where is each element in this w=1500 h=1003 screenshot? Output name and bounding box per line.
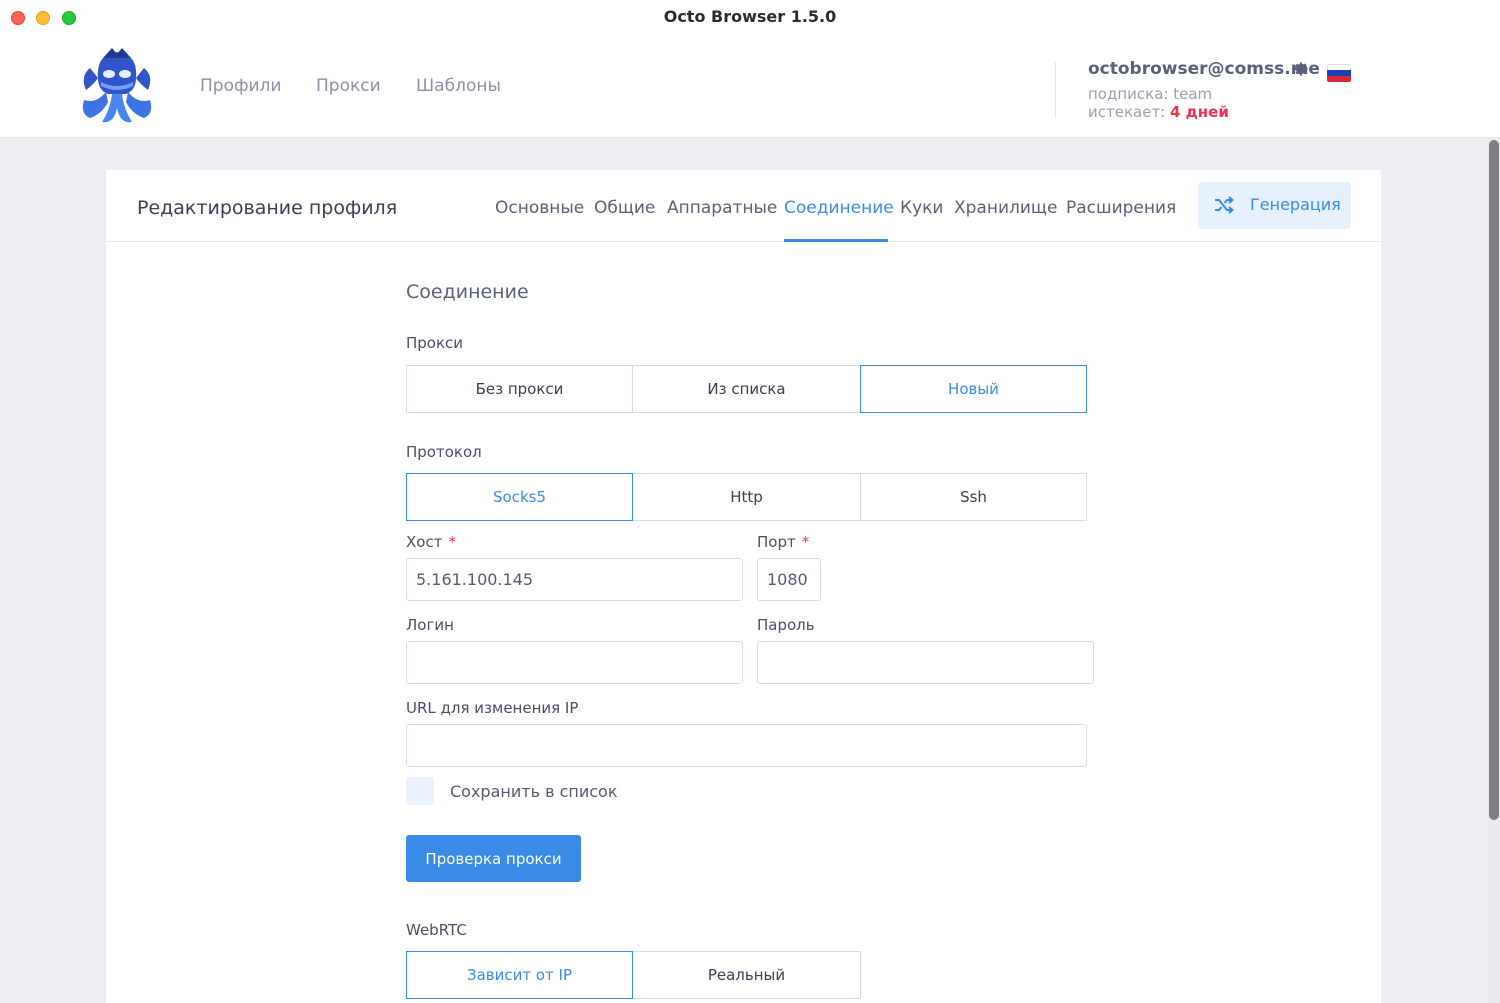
- tab-storage[interactable]: Хранилище: [954, 198, 1057, 218]
- nav-proxies[interactable]: Прокси: [316, 76, 381, 96]
- tab-basic[interactable]: Основные: [495, 198, 584, 218]
- account-email: octobrowser@comss.me: [1088, 59, 1320, 79]
- password-input[interactable]: [757, 641, 1094, 684]
- tab-hardware[interactable]: Аппаратные: [667, 198, 777, 218]
- protocol-label: Протокол: [406, 443, 482, 461]
- check-proxy-button[interactable]: Проверка прокси: [406, 835, 581, 882]
- host-label: Хост *: [406, 533, 456, 551]
- tab-connection[interactable]: Соединение: [784, 198, 894, 218]
- webrtc-label: WebRTC: [406, 921, 467, 939]
- generate-button[interactable]: Генерация: [1198, 182, 1351, 229]
- gear-icon[interactable]: [1293, 61, 1309, 77]
- shuffle-icon: [1215, 196, 1234, 214]
- section-title: Соединение: [406, 281, 529, 303]
- save-to-list-checkbox[interactable]: [406, 777, 434, 805]
- change-ip-url-input[interactable]: [406, 724, 1087, 767]
- page-scrollbar[interactable]: [1488, 138, 1500, 1003]
- proxy-option-none[interactable]: Без прокси: [406, 365, 633, 413]
- octo-logo-icon: [82, 48, 152, 123]
- port-label-text: Порт: [757, 533, 796, 551]
- proxy-option-new[interactable]: Новый: [860, 365, 1087, 413]
- password-label: Пароль: [757, 616, 815, 634]
- expiration-prefix: истекает:: [1088, 103, 1166, 121]
- protocol-option-http[interactable]: Http: [632, 473, 861, 521]
- host-label-text: Хост: [406, 533, 443, 551]
- required-mark: *: [801, 533, 810, 551]
- change-ip-url-label: URL для изменения IP: [406, 699, 579, 717]
- app-header: Профили Прокси Шаблоны octobrowser@comss…: [0, 36, 1500, 138]
- tab-extensions[interactable]: Расширения: [1066, 198, 1176, 218]
- login-label: Логин: [406, 616, 454, 634]
- expiration-days: 4 дней: [1170, 103, 1229, 121]
- required-mark: *: [448, 533, 456, 551]
- host-input[interactable]: 5.161.100.145: [406, 558, 743, 601]
- proxy-option-from-list[interactable]: Из списка: [632, 365, 861, 413]
- generate-button-label: Генерация: [1250, 195, 1341, 214]
- nav-profiles[interactable]: Профили: [200, 76, 281, 96]
- scrollbar-thumb[interactable]: [1489, 140, 1499, 820]
- tab-cookies[interactable]: Куки: [900, 198, 943, 218]
- window-titlebar: Octo Browser 1.5.0: [0, 0, 1500, 36]
- proxy-label: Прокси: [406, 334, 464, 352]
- protocol-option-ssh[interactable]: Ssh: [860, 473, 1087, 521]
- tab-general[interactable]: Общие: [594, 198, 655, 218]
- ru-flag-icon[interactable]: [1327, 64, 1351, 82]
- save-to-list-label[interactable]: Сохранить в список: [450, 782, 618, 801]
- protocol-option-socks5[interactable]: Socks5: [406, 473, 633, 521]
- login-input[interactable]: [406, 641, 743, 684]
- webrtc-option-depends-on-ip[interactable]: Зависит от IP: [406, 951, 633, 999]
- active-tab-indicator: [784, 239, 888, 242]
- port-input[interactable]: 1080: [757, 558, 821, 601]
- profile-editor-card: Редактирование профиля Основные Общие Ап…: [106, 170, 1381, 1003]
- port-label: Порт *: [757, 533, 809, 551]
- window-title: Octo Browser 1.5.0: [663, 7, 837, 26]
- subscription-text: подписка: team: [1088, 85, 1213, 103]
- nav-templates[interactable]: Шаблоны: [416, 76, 501, 96]
- profile-editor-header: Редактирование профиля Основные Общие Ап…: [106, 170, 1381, 242]
- expiration-text: истекает: 4 дней: [1088, 103, 1229, 121]
- webrtc-option-real[interactable]: Реальный: [632, 951, 861, 999]
- page-title: Редактирование профиля: [137, 197, 398, 219]
- header-divider: [1055, 62, 1056, 118]
